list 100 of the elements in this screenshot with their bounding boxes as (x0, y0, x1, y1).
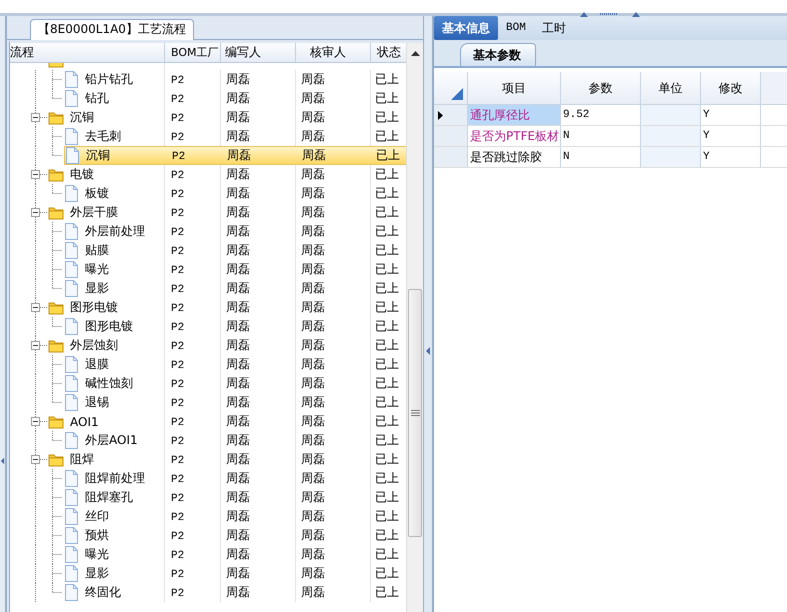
column-header[interactable]: 流程 (10, 43, 165, 62)
table-cell: 已上 (375, 414, 399, 428)
table-cell: P2 (171, 132, 184, 144)
collapse-arrow-icon[interactable] (0, 456, 5, 466)
collapse-icon[interactable] (31, 341, 40, 350)
table-cell: P2 (171, 493, 184, 505)
table-cell: 周磊 (226, 585, 250, 599)
table-cell[interactable]: 通孔厚径比 (468, 105, 561, 125)
scroll-thumb[interactable] (408, 289, 422, 537)
table-cell: 周磊 (301, 205, 325, 219)
tree-row[interactable]: 阻焊塞孔 P2 周磊 周磊 已上 (64, 488, 406, 507)
collapse-icon[interactable] (31, 455, 40, 464)
document-icon (64, 356, 79, 373)
column-header[interactable]: 状态 (371, 43, 406, 62)
node-label: 预烘 (85, 527, 109, 544)
column-header[interactable]: 核审人 (296, 43, 371, 62)
tree-row[interactable]: 外层干膜 P2 周磊 周磊 已上 (48, 203, 406, 222)
row-header[interactable] (434, 105, 468, 125)
table-cell: 周磊 (226, 262, 250, 276)
tree-row[interactable]: 退膜 P2 周磊 周磊 已上 (64, 355, 406, 374)
panel-tab[interactable]: 【8E0000L1A0】工艺流程 (30, 19, 194, 40)
tree-row[interactable]: 电镀 P2 周磊 周磊 已上 (48, 165, 406, 184)
tree-row[interactable]: 曝光 P2 周磊 周磊 已上 (64, 260, 406, 279)
collapse-icon[interactable] (31, 113, 40, 122)
folder-icon (48, 338, 64, 353)
table-cell[interactable] (641, 105, 701, 125)
tree-row[interactable]: 预烘 P2 周磊 周磊 已上 (64, 526, 406, 545)
tab[interactable]: BOM (498, 16, 534, 40)
table-cell: 周磊 (301, 72, 325, 86)
table-cell: P2 (171, 113, 184, 125)
collapse-icon[interactable] (31, 170, 40, 179)
tree-row[interactable]: 曝光 P2 周磊 周磊 已上 (64, 545, 406, 564)
table-cell: P2 (171, 550, 184, 562)
tab[interactable]: 基本参数 (460, 43, 536, 66)
table-cell: P2 (171, 436, 184, 448)
table-cell: P2 (171, 379, 184, 391)
table-cell: 周磊 (301, 262, 325, 276)
table-cell: 周磊 (227, 148, 251, 162)
tree-row[interactable]: 沉铜 P2 周磊 周磊 已上 (64, 146, 406, 165)
tree-row[interactable]: 板镀 P2 周磊 周磊 已上 (64, 184, 406, 203)
tree-row[interactable]: 钻孔 P2 周磊 周磊 已上 (64, 89, 406, 108)
table-cell[interactable]: 是否跳过除胶 (468, 147, 561, 167)
column-header[interactable]: 单位 (641, 72, 701, 104)
table-cell: 周磊 (301, 490, 325, 504)
document-icon (64, 470, 79, 487)
tab[interactable]: 工时 (534, 16, 574, 40)
tree-row[interactable]: 退锡 P2 周磊 周磊 已上 (64, 393, 406, 412)
tab[interactable]: 基本信息 (434, 16, 498, 40)
tree-row[interactable]: 外层前处理 P2 周磊 周磊 已上 (64, 222, 406, 241)
tree-row[interactable]: 阻焊前处理 P2 周磊 周磊 已上 (64, 469, 406, 488)
tree-row[interactable]: AOI1 P2 周磊 周磊 已上 (48, 412, 406, 431)
table-cell[interactable] (641, 147, 701, 167)
table-cell: 周磊 (226, 110, 250, 124)
table-cell[interactable]: 是否为PTFE板材 (468, 126, 561, 146)
document-icon (64, 90, 79, 107)
table-cell: 已上 (375, 262, 399, 276)
column-header[interactable]: 参数 (561, 72, 641, 104)
tree-row[interactable]: 外层蚀刻 P2 周磊 周磊 已上 (48, 336, 406, 355)
tree-row[interactable]: 贴膜 P2 周磊 周磊 已上 (64, 241, 406, 260)
table-cell[interactable]: Y (701, 147, 761, 167)
table-cell: P2 (171, 512, 184, 524)
tree-row[interactable]: 显影 P2 周磊 周磊 已上 (64, 564, 406, 583)
table-cell: 已上 (375, 433, 399, 447)
column-header[interactable]: 编写人 (221, 43, 296, 62)
column-header[interactable]: 项目 (468, 72, 561, 104)
collapse-arrow-icon[interactable] (425, 346, 431, 356)
collapse-icon[interactable] (31, 303, 40, 312)
document-icon (64, 318, 79, 335)
table-cell: 已上 (375, 357, 399, 371)
table-cell: P2 (171, 227, 184, 239)
tree-row[interactable]: 铅片钻孔 P2 周磊 周磊 已上 (64, 70, 406, 89)
column-header (761, 72, 787, 104)
tree-row[interactable]: 显影 P2 周磊 周磊 已上 (64, 279, 406, 298)
tree-row[interactable]: 碱性蚀刻 P2 周磊 周磊 已上 (64, 374, 406, 393)
tree-row[interactable]: 外层AOI1 P2 周磊 周磊 已上 (64, 431, 406, 450)
tree-row[interactable]: 图形电镀 P2 周磊 周磊 已上 (64, 317, 406, 336)
tree-row[interactable]: 丝印 P2 周磊 周磊 已上 (64, 507, 406, 526)
document-icon (64, 261, 79, 278)
tree-row[interactable]: 阻焊 P2 周磊 周磊 已上 (48, 450, 406, 469)
table-cell: P2 (172, 151, 186, 163)
scroll-up-icon[interactable] (410, 51, 420, 56)
scrollbar[interactable] (406, 43, 423, 612)
column-header[interactable]: BOM工厂 (165, 43, 221, 62)
tree-row[interactable]: 沉铜 P2 周磊 周磊 已上 (48, 108, 406, 127)
table-cell: 已上 (375, 566, 399, 580)
table-cell[interactable]: Y (701, 105, 761, 125)
collapse-icon[interactable] (31, 208, 40, 217)
document-icon (64, 508, 79, 525)
collapse-icon[interactable] (31, 417, 40, 426)
table-cell[interactable] (641, 126, 701, 146)
tree-line (35, 507, 64, 526)
tree-row[interactable]: 图形电镀 P2 周磊 周磊 已上 (48, 298, 406, 317)
document-icon (64, 280, 79, 297)
table-cell: 已上 (375, 281, 399, 295)
tree-row[interactable]: 终固化 P2 周磊 周磊 已上 (64, 583, 406, 602)
table-cell: 周磊 (301, 433, 325, 447)
table-cell[interactable]: Y (701, 126, 761, 146)
grip-icon (410, 410, 420, 416)
splitter-grip-icon[interactable] (580, 11, 640, 17)
node-label: 图形电镀 (70, 299, 118, 316)
